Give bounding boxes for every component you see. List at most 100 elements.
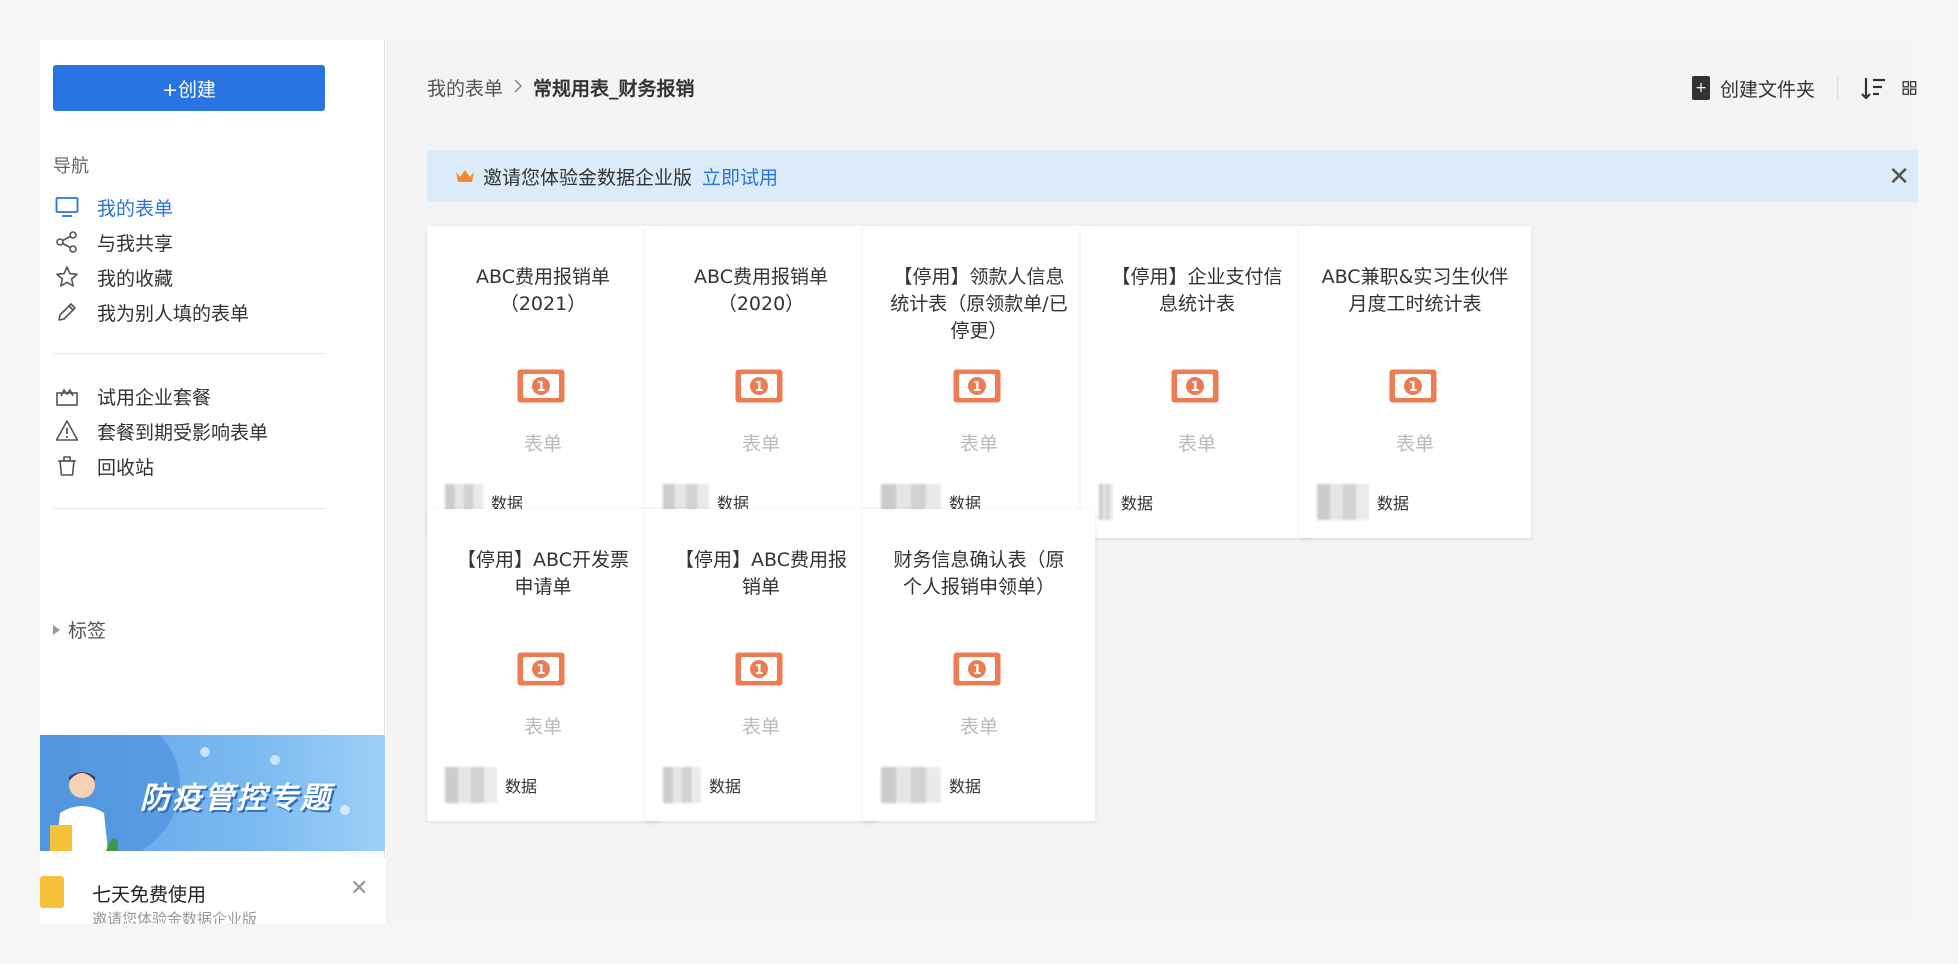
banner-decoration (340, 805, 350, 815)
svg-text:1: 1 (1190, 380, 1199, 395)
close-icon[interactable]: ✕ (1888, 162, 1910, 192)
form-card-title: 【停用】领款人信息统计表（原领款单/已停更） (890, 266, 1068, 342)
sidebar-item-label: 与我共享 (97, 232, 174, 255)
sidebar-item-recycle-bin[interactable]: 回收站 (53, 450, 333, 482)
sidebar-item-label: 我的收藏 (97, 267, 174, 290)
grid-view-icon[interactable] (1902, 74, 1918, 102)
form-card-footer-label: 数据 (505, 777, 538, 796)
sidebar-item-shared-with-me[interactable]: 与我共享 (53, 226, 333, 258)
redacted-count (881, 767, 941, 803)
breadcrumb-current: 常规用表_财务报销 (533, 78, 695, 100)
sidebar-item-label: 我为别人填的表单 (97, 302, 250, 325)
banner-decoration (200, 747, 210, 757)
chevron-right-icon (513, 78, 523, 97)
form-card-type: 表单 (1177, 433, 1216, 455)
form-card-type: 表单 (959, 716, 998, 738)
form-card-footer-label: 数据 (1377, 494, 1410, 513)
money-form-icon: 1 (953, 652, 1001, 686)
epidemic-banner[interactable]: 防疫管控专题 (40, 735, 385, 851)
money-form-icon: 1 (1171, 369, 1219, 403)
pencil-icon (53, 298, 81, 326)
svg-text:1: 1 (536, 663, 545, 678)
sidebar-item-filled-for-others[interactable]: 我为别人填的表单 (53, 296, 333, 328)
sidebar-item-my-forms[interactable]: 我的表单 (53, 191, 333, 223)
breadcrumb: 我的表单 常规用表_财务报销 (427, 74, 695, 101)
form-card-title: ABC费用报销单（2020） (694, 266, 828, 315)
form-card-footer: 数据 (881, 767, 981, 803)
sidebar-item-expired-affected[interactable]: 套餐到期受影响表单 (53, 415, 333, 447)
form-card-title: 【停用】企业支付信息统计表 (1111, 266, 1283, 315)
form-card[interactable]: 【停用】ABC费用报销单 1 表单 数据 (645, 509, 877, 821)
tags-label: 标签 (68, 620, 107, 642)
form-card-title: 【停用】ABC费用报销单 (675, 549, 847, 598)
star-icon (53, 263, 81, 291)
sidebar-item-label: 试用企业套餐 (97, 386, 212, 409)
tags-toggle[interactable]: 标签 (53, 616, 106, 643)
try-now-link[interactable]: 立即试用 (702, 163, 778, 190)
crown-icon (456, 170, 474, 182)
svg-text:1: 1 (536, 380, 545, 395)
trash-icon (53, 452, 81, 480)
monitor-icon (53, 193, 81, 221)
sidebar-item-favorites[interactable]: 我的收藏 (53, 261, 333, 293)
form-card[interactable]: 财务信息确认表（原个人报销申领单） 1 表单 数据 (863, 509, 1095, 821)
money-form-icon: 1 (953, 369, 1001, 403)
sidebar: +创建 导航 我的表单 与我共享 我的收藏 我为别人填的表单 试用企业套餐 套餐… (40, 40, 385, 924)
crown-icon (40, 876, 64, 908)
form-card-footer: 数据 (1317, 484, 1409, 520)
form-card[interactable]: 【停用】ABC开发票申请单 1 表单 数据 (427, 509, 659, 821)
upgrade-notice: 邀请您体验金数据企业版 立即试用 ✕ (427, 150, 1918, 202)
form-card-type: 表单 (959, 433, 998, 455)
form-card-footer-label: 数据 (1121, 494, 1154, 513)
create-button[interactable]: +创建 (53, 65, 325, 111)
main-content: 我的表单 常规用表_财务报销 + 创建文件夹 邀请您体验金数据企业版 立即试用 … (386, 40, 1918, 924)
svg-text:1: 1 (754, 663, 763, 678)
form-card-type: 表单 (523, 716, 562, 738)
app-window: +创建 导航 我的表单 与我共享 我的收藏 我为别人填的表单 试用企业套餐 套餐… (40, 40, 1918, 924)
form-card[interactable]: ABC费用报销单（2020） 1 表单 数据 (645, 226, 877, 538)
money-form-icon: 1 (735, 369, 783, 403)
form-card-title: ABC兼职&实习生伙伴月度工时统计表 (1321, 266, 1509, 315)
form-card[interactable]: ABC费用报销单（2021） 1 表单 数据 (427, 226, 659, 538)
form-card-footer-label: 数据 (709, 777, 742, 796)
sidebar-divider (53, 508, 325, 509)
form-card-type: 表单 (741, 433, 780, 455)
form-card-footer: 数据 (663, 767, 741, 803)
notice-text: 邀请您体验金数据企业版 (483, 166, 693, 189)
sidebar-item-trial-enterprise[interactable]: 试用企业套餐 (53, 380, 333, 412)
toolbar-divider (1837, 76, 1838, 100)
share-icon (53, 228, 81, 256)
form-card-title: 【停用】ABC开发票申请单 (457, 549, 629, 598)
redacted-count (1099, 484, 1113, 520)
crown-box-icon (53, 382, 81, 410)
form-card[interactable]: ABC兼职&实习生伙伴月度工时统计表 1 表单 数据 (1299, 226, 1531, 538)
promo-subtitle: 邀请您体验金数据企业版 (92, 910, 258, 924)
form-card-type: 表单 (1395, 433, 1434, 455)
form-card[interactable]: 【停用】领款人信息统计表（原领款单/已停更） 1 表单 数据 (863, 226, 1095, 538)
create-folder-label: 创建文件夹 (1719, 78, 1815, 101)
create-folder-button[interactable]: + 创建文件夹 (1691, 75, 1815, 102)
free-trial-promo[interactable]: 七天免费使用 邀请您体验金数据企业版 ✕ (40, 858, 385, 924)
form-card-footer-label: 数据 (949, 777, 982, 796)
svg-text:1: 1 (1408, 380, 1417, 395)
form-card-type: 表单 (741, 716, 780, 738)
banner-title: 防疫管控专题 (140, 781, 332, 816)
money-form-icon: 1 (517, 652, 565, 686)
redacted-count (445, 767, 497, 803)
doctor-illustration (50, 772, 118, 851)
warning-icon (53, 417, 81, 445)
banner-decoration (270, 755, 280, 765)
sort-icon[interactable] (1860, 74, 1888, 102)
svg-text:1: 1 (754, 380, 763, 395)
add-folder-icon: + (1691, 76, 1710, 100)
money-form-icon: 1 (735, 652, 783, 686)
promo-title: 七天免费使用 (92, 884, 207, 906)
form-card[interactable]: 【停用】企业支付信息统计表 1 表单 数据 (1081, 226, 1313, 538)
sidebar-item-label: 回收站 (97, 456, 155, 479)
sidebar-item-label: 我的表单 (97, 197, 174, 220)
caret-right-icon (53, 624, 60, 635)
close-icon[interactable]: ✕ (350, 876, 368, 901)
breadcrumb-root[interactable]: 我的表单 (427, 74, 503, 101)
form-card-footer: 数据 (445, 767, 537, 803)
money-form-icon: 1 (1389, 369, 1437, 403)
